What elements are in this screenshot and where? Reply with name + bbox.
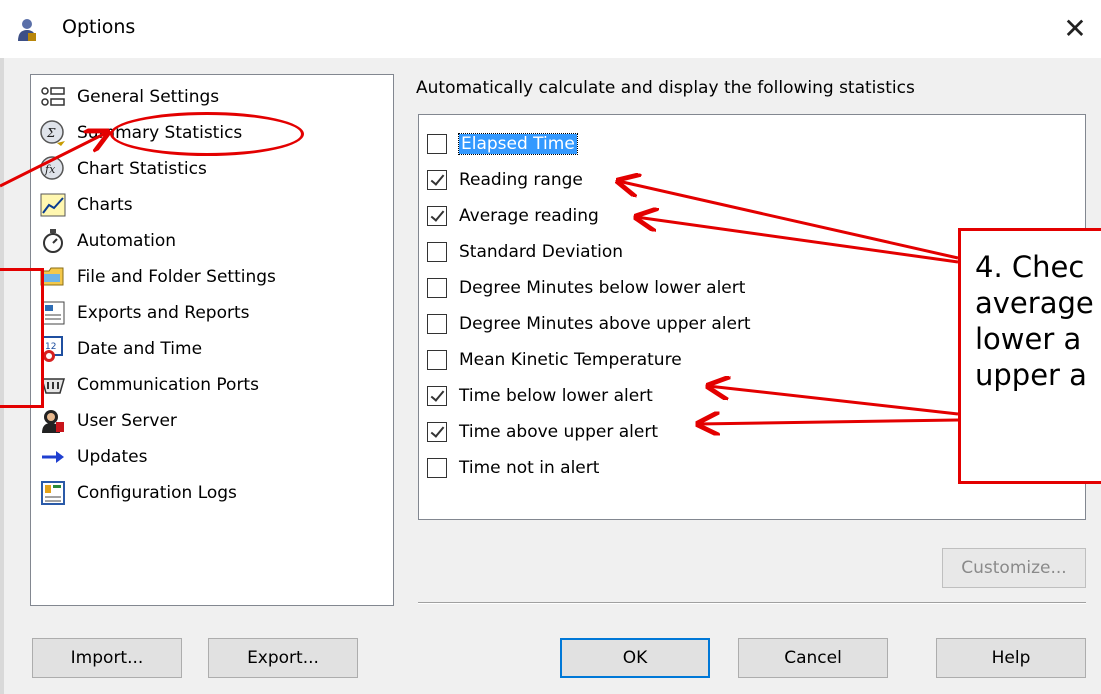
callout-line: 4. Chec <box>975 250 1085 284</box>
cancel-button[interactable]: Cancel <box>738 638 888 678</box>
nav-item-label: Chart Statistics <box>77 159 207 179</box>
nav-item-charts[interactable]: Charts <box>39 189 133 221</box>
checkbox[interactable] <box>427 386 447 406</box>
checkbox[interactable] <box>427 170 447 190</box>
highlight-rect-left <box>0 268 44 408</box>
stat-label: Time below lower alert <box>459 386 653 406</box>
separator-line <box>418 602 1086 604</box>
stat-label: Time above upper alert <box>459 422 659 442</box>
callout-line: average <box>975 286 1094 320</box>
svg-text:Σ: Σ <box>46 126 56 140</box>
nav-item-label: User Server <box>77 411 177 431</box>
nav-item-date-and-time[interactable]: 12 Date and Time <box>39 333 202 365</box>
stat-label: Standard Deviation <box>459 242 624 262</box>
arrow-right-icon <box>39 443 67 471</box>
customize-button[interactable]: Customize... <box>942 548 1086 588</box>
highlight-circle-summary-statistics <box>110 112 304 156</box>
nav-item-exports-and-reports[interactable]: Exports and Reports <box>39 297 250 329</box>
nav-item-label: Exports and Reports <box>77 303 250 323</box>
ok-button[interactable]: OK <box>560 638 710 678</box>
user-server-icon <box>39 407 67 435</box>
stat-item-time-below-lower-alert[interactable]: Time below lower alert <box>427 381 653 411</box>
checkbox[interactable] <box>427 278 447 298</box>
callout-line: lower a <box>975 322 1082 356</box>
stat-label: Elapsed Time <box>458 133 578 155</box>
nav-item-label: Communication Ports <box>77 375 259 395</box>
stat-item-average-reading[interactable]: Average reading <box>427 201 599 231</box>
stat-label: Reading range <box>459 170 583 190</box>
checkbox[interactable] <box>427 242 447 262</box>
stat-item-reading-range[interactable]: Reading range <box>427 165 583 195</box>
help-button[interactable]: Help <box>936 638 1086 678</box>
nav-item-user-server[interactable]: User Server <box>39 405 177 437</box>
import-button[interactable]: Import... <box>32 638 182 678</box>
stats-header: Automatically calculate and display the … <box>416 78 915 98</box>
nav-item-configuration-logs[interactable]: Configuration Logs <box>39 477 237 509</box>
nav-item-label: Date and Time <box>77 339 203 359</box>
stat-item-elapsed-time[interactable]: Elapsed Time <box>427 129 578 159</box>
nav-item-label: Updates <box>77 447 148 467</box>
stopwatch-icon <box>39 227 67 255</box>
window-title: Options <box>62 16 136 38</box>
app-user-icon <box>16 18 38 42</box>
stat-label: Average reading <box>459 206 599 226</box>
stat-label: Mean Kinetic Temperature <box>459 350 682 370</box>
sum-stat-icon: Σ <box>39 119 67 147</box>
nav-item-updates[interactable]: Updates <box>39 441 147 473</box>
stat-item-degree-minutes-below[interactable]: Degree Minutes below lower alert <box>427 273 745 303</box>
title-bar: Options ✕ <box>0 0 1101 58</box>
close-icon[interactable]: ✕ <box>1058 12 1092 46</box>
nav-item-chart-statistics[interactable]: fx Chart Statistics <box>39 153 207 185</box>
nav-item-file-and-folder-settings[interactable]: File and Folder Settings <box>39 261 276 293</box>
nav-item-general-settings[interactable]: General Settings <box>39 81 219 113</box>
export-button[interactable]: Export... <box>208 638 358 678</box>
checkbox[interactable] <box>427 134 447 154</box>
nav-item-label: File and Folder Settings <box>77 267 276 287</box>
nav-item-automation[interactable]: Automation <box>39 225 176 257</box>
stat-item-time-not-in-alert[interactable]: Time not in alert <box>427 453 599 483</box>
nav-item-label: Automation <box>77 231 177 251</box>
svg-text:fx: fx <box>44 163 56 176</box>
checkbox[interactable] <box>427 206 447 226</box>
instruction-callout-text: 4. Chec average lower a upper a <box>975 249 1094 393</box>
stat-item-standard-deviation[interactable]: Standard Deviation <box>427 237 623 267</box>
checkbox[interactable] <box>427 422 447 442</box>
nav-item-label: Configuration Logs <box>77 483 237 503</box>
checkbox[interactable] <box>427 350 447 370</box>
stat-label: Time not in alert <box>459 458 600 478</box>
instruction-callout: 4. Chec average lower a upper a <box>958 228 1101 484</box>
checkbox[interactable] <box>427 458 447 478</box>
chart-line-icon <box>39 191 67 219</box>
config-log-icon <box>39 479 67 507</box>
checkbox[interactable] <box>427 314 447 334</box>
stat-item-time-above-upper-alert[interactable]: Time above upper alert <box>427 417 658 447</box>
stat-item-mean-kinetic-temperature[interactable]: Mean Kinetic Temperature <box>427 345 682 375</box>
list-settings-icon <box>39 83 67 111</box>
callout-line: upper a <box>975 358 1087 392</box>
nav-item-label: General Settings <box>77 87 220 107</box>
nav-item-label: Charts <box>77 195 133 215</box>
stat-label: Degree Minutes above upper alert <box>459 314 751 334</box>
stat-label: Degree Minutes below lower alert <box>459 278 746 298</box>
nav-item-communication-ports[interactable]: Communication Ports <box>39 369 259 401</box>
stat-item-degree-minutes-above[interactable]: Degree Minutes above upper alert <box>427 309 751 339</box>
chart-stat-icon: fx <box>39 155 67 183</box>
